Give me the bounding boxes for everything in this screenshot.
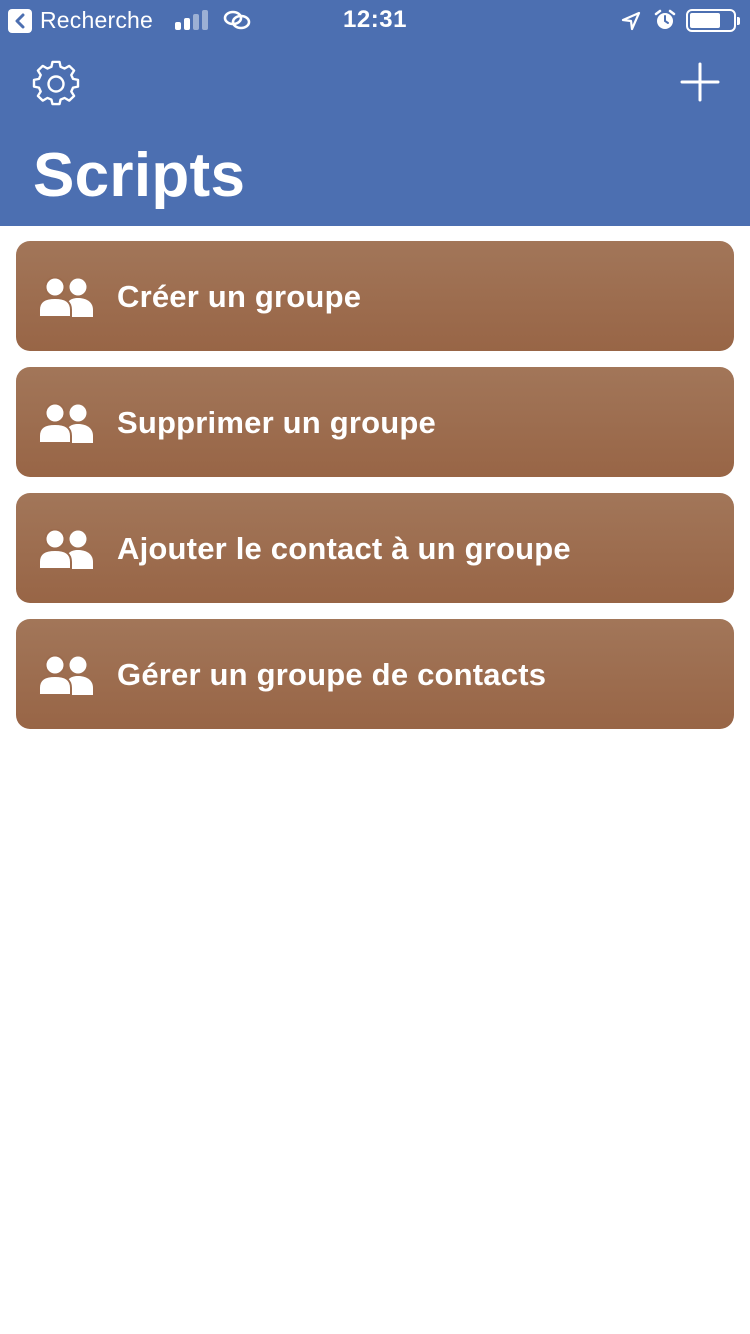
- script-item-ajouter-le-contact[interactable]: Ajouter le contact à un groupe: [16, 493, 734, 603]
- script-label: Supprimer un groupe: [117, 405, 436, 440]
- app-header: Recherche 12:31 Scripts: [0, 0, 750, 226]
- plus-icon[interactable]: [680, 62, 720, 102]
- script-label: Ajouter le contact à un groupe: [117, 531, 571, 566]
- page-title: Scripts: [33, 141, 246, 210]
- group-icon: [38, 403, 93, 443]
- status-bar: Recherche 12:31: [0, 0, 750, 40]
- group-icon: [38, 655, 93, 695]
- alarm-icon: [654, 9, 676, 29]
- script-list: Créer un groupe Supprimer un groupe Ajou…: [16, 241, 734, 745]
- script-item-gerer-un-groupe[interactable]: Gérer un groupe de contacts: [16, 619, 734, 729]
- location-arrow-icon: [621, 11, 641, 31]
- battery-icon: [686, 9, 740, 32]
- script-label: Gérer un groupe de contacts: [117, 657, 547, 692]
- script-item-creer-un-groupe[interactable]: Créer un groupe: [16, 241, 734, 351]
- gear-icon[interactable]: [32, 60, 80, 108]
- script-label: Créer un groupe: [117, 279, 362, 314]
- script-item-supprimer-un-groupe[interactable]: Supprimer un groupe: [16, 367, 734, 477]
- group-icon: [38, 529, 93, 569]
- group-icon: [38, 277, 93, 317]
